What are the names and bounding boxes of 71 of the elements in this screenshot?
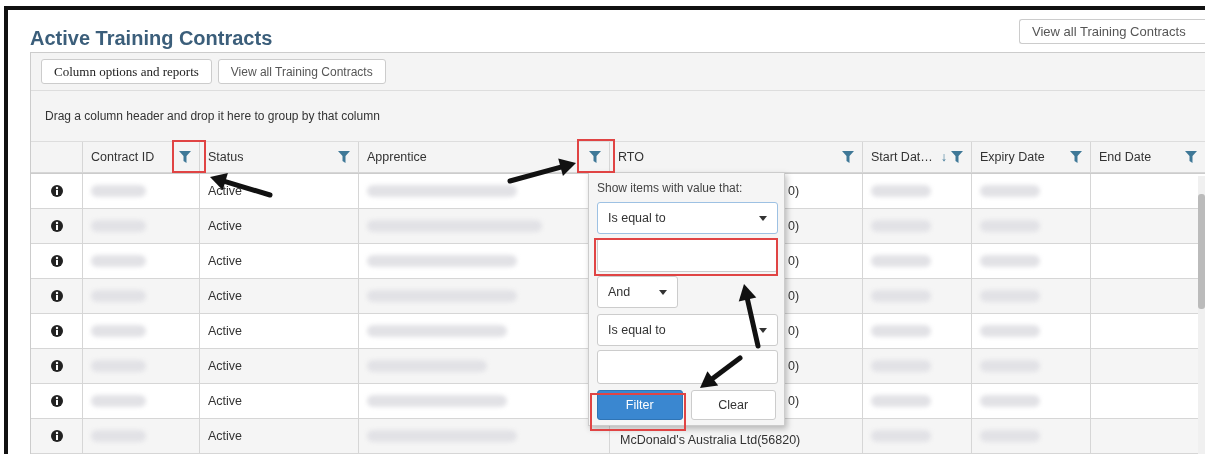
blurred-text (871, 255, 931, 267)
rto-text: 0) (788, 289, 800, 303)
blurred-text (871, 395, 931, 407)
rto-text: 0) (788, 219, 800, 233)
caret-icon (759, 327, 767, 333)
operator-dropdown[interactable]: Is equal to (597, 202, 778, 234)
status-text: Active (208, 219, 243, 233)
filter-icon[interactable] (1185, 151, 1197, 163)
status-text: Active (208, 324, 243, 338)
blurred-text (980, 395, 1040, 407)
info-icon[interactable] (50, 290, 63, 302)
filter-icon[interactable] (179, 151, 191, 163)
annotation-arrow (210, 173, 273, 198)
column-header[interactable]: End Date (1090, 142, 1205, 173)
group-hint: Drag a column header and drop it here to group by that column (45, 109, 380, 123)
caret-icon (659, 289, 667, 295)
scrollbar[interactable] (1198, 176, 1205, 454)
highlight-frame (172, 140, 206, 173)
rto-text: 0) (788, 359, 800, 373)
blurred-text (980, 185, 1040, 197)
filter-icon[interactable] (589, 151, 601, 163)
blurred-text (871, 325, 931, 337)
blurred-text (91, 325, 146, 337)
info-icon[interactable] (50, 255, 63, 267)
column-header[interactable]: Expiry Date (971, 142, 1090, 173)
blurred-text (980, 325, 1040, 337)
sort-indicator[interactable]: ↓ (940, 150, 948, 164)
annotation-arrow (700, 355, 743, 388)
column-header[interactable]: Contract ID (82, 142, 199, 173)
operator-dropdown[interactable]: Is equal to (597, 314, 778, 346)
annotation-arrow (738, 284, 761, 349)
status-text: Active (208, 289, 243, 303)
info-icon[interactable] (50, 430, 63, 442)
blurred-text (91, 255, 146, 267)
info-icon[interactable] (50, 360, 63, 372)
info-icon[interactable] (50, 220, 63, 232)
filter-icon[interactable] (951, 151, 964, 163)
info-icon[interactable] (50, 325, 63, 337)
rto-text: 0) (788, 394, 800, 408)
blurred-text (91, 395, 146, 407)
filter-icon[interactable] (842, 151, 854, 163)
rto-text: 0) (788, 254, 800, 268)
info-icon[interactable] (50, 185, 63, 197)
rto-text: 0) (788, 184, 800, 198)
column-header[interactable]: Status (199, 142, 358, 173)
annotation-arrow (507, 158, 576, 184)
filter-icon[interactable] (338, 151, 350, 163)
blurred-text (980, 255, 1040, 267)
logic-dropdown[interactable]: And (597, 276, 678, 308)
filter-icon[interactable] (1070, 151, 1082, 163)
status-text: Active (208, 254, 243, 268)
value-input-field[interactable] (597, 350, 778, 384)
blurred-text (91, 185, 146, 197)
status-text: Active (208, 394, 243, 408)
clear-button[interactable]: Clear (690, 390, 776, 420)
view-all-button[interactable]: View all Training Contracts (217, 59, 386, 84)
status-text: Active (208, 184, 243, 198)
column-options-button[interactable]: Column options and reports (41, 59, 212, 84)
rto-text: McDonald's Australia Ltd(56820) (620, 433, 801, 447)
status-text: Active (208, 429, 243, 443)
status-text: Active (208, 359, 243, 373)
caret-icon (759, 215, 767, 221)
column-header[interactable]: Start Dat… ↓ (862, 142, 971, 173)
blurred-text (871, 185, 931, 197)
page-title: Active Training Contracts (30, 27, 273, 50)
filter-button[interactable]: Filter (597, 390, 683, 420)
info-icon[interactable] (50, 395, 63, 407)
rto-text: 0) (788, 324, 800, 338)
highlight-frame (577, 139, 615, 173)
filter-label: Show items with value that: (597, 181, 744, 195)
view-all-button[interactable]: View all Training Contracts (1019, 19, 1205, 44)
